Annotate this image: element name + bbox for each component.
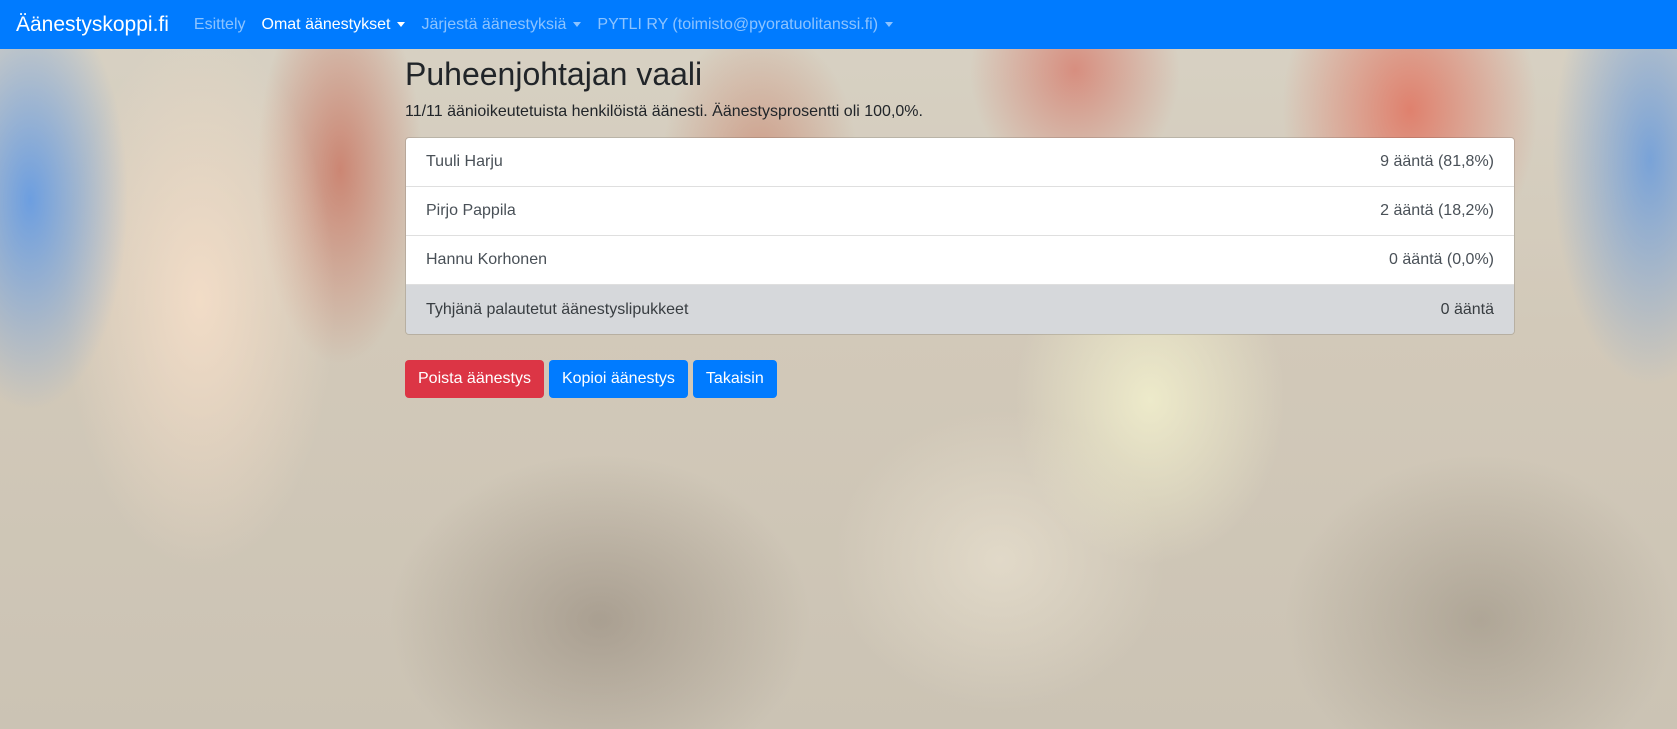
nav-dropdown-account[interactable]: PYTLI RY (toimisto@pyoratuolitanssi.fi) bbox=[589, 16, 901, 34]
result-row: Tuuli Harju 9 ääntä (81,8%) bbox=[406, 138, 1514, 187]
blank-ballots-row: Tyhjänä palautetut äänestyslipukkeet 0 ä… bbox=[406, 285, 1514, 334]
nav-link-label: Omat äänestykset bbox=[261, 15, 391, 33]
caret-down-icon bbox=[573, 22, 582, 27]
result-row: Hannu Korhonen 0 ääntä (0,0%) bbox=[406, 236, 1514, 285]
caret-down-icon bbox=[885, 22, 894, 27]
copy-poll-button[interactable]: Kopioi äänestys bbox=[548, 360, 688, 398]
back-button[interactable]: Takaisin bbox=[692, 360, 777, 398]
candidate-votes: 2 ääntä (18,2%) bbox=[1380, 202, 1494, 219]
nav-dropdown-omat-aanestykset[interactable]: Omat äänestykset bbox=[254, 16, 414, 34]
nav-link-label: PYTLI RY (toimisto@pyoratuolitanssi.fi) bbox=[597, 15, 879, 33]
turnout-summary: 11/11 äänioikeutetuista henkilöistä ääne… bbox=[405, 103, 923, 120]
caret-down-icon bbox=[397, 22, 406, 27]
candidate-name: Pirjo Pappila bbox=[426, 202, 516, 219]
main-content: Puheenjohtajan vaali 11/11 äänioikeutetu… bbox=[405, 49, 1515, 398]
candidate-votes: 9 ääntä (81,8%) bbox=[1380, 153, 1494, 170]
nav-link-label: Järjestä äänestyksiä bbox=[421, 15, 567, 33]
delete-poll-button[interactable]: Poista äänestys bbox=[405, 360, 544, 398]
nav-dropdown-jarjesta-aanestyksia[interactable]: Järjestä äänestyksiä bbox=[413, 16, 589, 34]
blank-ballots-votes: 0 ääntä bbox=[1440, 300, 1494, 318]
top-navbar: Äänestyskoppi.fi Esittely Omat äänestyks… bbox=[0, 0, 1677, 49]
brand-link[interactable]: Äänestyskoppi.fi bbox=[16, 13, 169, 37]
candidate-votes: 0 ääntä (0,0%) bbox=[1389, 251, 1494, 268]
blank-ballots-label: Tyhjänä palautetut äänestyslipukkeet bbox=[426, 300, 689, 318]
result-row: Pirjo Pappila 2 ääntä (18,2%) bbox=[406, 187, 1514, 236]
nav-link-label: Esittely bbox=[193, 15, 246, 33]
action-buttons: Poista äänestys Kopioi äänestys Takaisin bbox=[405, 360, 1515, 398]
page-title: Puheenjohtajan vaali bbox=[405, 56, 703, 92]
results-list: Tuuli Harju 9 ääntä (81,8%) Pirjo Pappil… bbox=[405, 137, 1515, 335]
candidate-name: Tuuli Harju bbox=[426, 153, 503, 170]
nav-link-esittely[interactable]: Esittely bbox=[186, 16, 254, 34]
candidate-name: Hannu Korhonen bbox=[426, 251, 547, 268]
